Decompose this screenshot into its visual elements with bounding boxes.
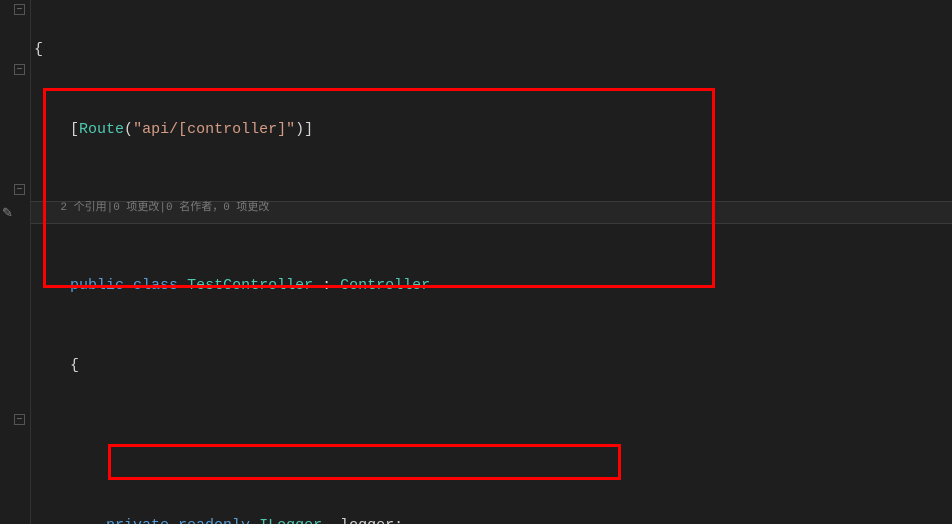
class-name: TestController <box>187 277 313 294</box>
kw-public: public <box>70 277 124 294</box>
code-editor[interactable]: − − − − ✎ { [Route("api/[controller]")] … <box>0 0 952 524</box>
attr-name: Route <box>79 121 124 138</box>
kw-readonly: readonly <box>178 517 250 524</box>
lightbulb-icon[interactable]: ✎ <box>2 204 13 224</box>
gutter: − − − − <box>0 0 31 524</box>
paren: ( <box>124 121 133 138</box>
brace-open: { <box>70 357 79 374</box>
field-type: ILogger <box>259 517 322 524</box>
brace-open: { <box>34 41 43 58</box>
fold-icon[interactable]: − <box>14 64 25 75</box>
semi: ; <box>394 517 403 524</box>
kw-class: class <box>133 277 178 294</box>
fold-icon[interactable]: − <box>14 4 25 15</box>
attr-close: ] <box>304 121 313 138</box>
colon: : <box>313 277 340 294</box>
attr-string: "api/[controller]" <box>133 121 295 138</box>
attr-open: [ <box>70 121 79 138</box>
base-class: Controller <box>340 277 430 294</box>
field-name: _logger <box>331 517 394 524</box>
codelens[interactable]: 2 个引用|0 项更改|0 名作者，0 项更改 <box>34 200 952 216</box>
kw-private: private <box>106 517 169 524</box>
paren-close: ) <box>295 121 304 138</box>
fold-icon[interactable]: − <box>14 184 25 195</box>
fold-icon[interactable]: − <box>14 414 25 425</box>
code-area[interactable]: { [Route("api/[controller]")] 2 个引用|0 项更… <box>34 0 952 524</box>
